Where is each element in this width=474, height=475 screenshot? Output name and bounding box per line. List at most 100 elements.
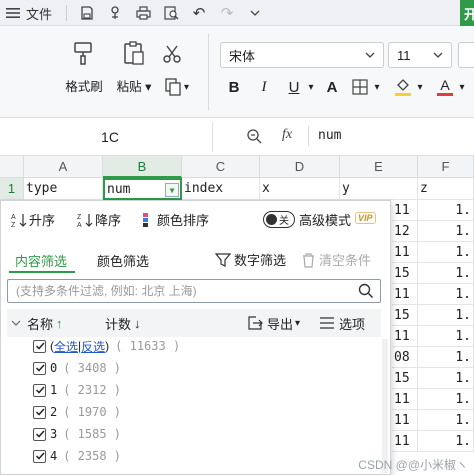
- column-header-e[interactable]: E: [340, 156, 418, 178]
- cell-e1[interactable]: y: [340, 178, 418, 200]
- checkbox-select-all[interactable]: [33, 339, 46, 353]
- cell-f-partial[interactable]: 1.: [418, 431, 474, 452]
- cell-d-partial[interactable]: 12: [392, 221, 418, 242]
- list-item[interactable]: 4 ( 2358 ): [33, 445, 121, 467]
- underline-dropdown[interactable]: ▾: [304, 74, 318, 100]
- cell-f-partial[interactable]: 1.: [418, 347, 474, 368]
- cell-d-partial[interactable]: 11: [392, 431, 418, 452]
- list-scrollbar[interactable]: [382, 339, 388, 473]
- export-button[interactable]: 导出 ▾: [247, 314, 300, 333]
- cell-f-partial[interactable]: 1.: [418, 368, 474, 389]
- column-header-a[interactable]: A: [24, 156, 103, 178]
- checkbox[interactable]: [33, 383, 46, 397]
- sort-by-name-header[interactable]: 名称 ↑: [27, 314, 63, 333]
- cell-f-partial[interactable]: 1.: [418, 305, 474, 326]
- format-painter-button[interactable]: 格式刷: [60, 40, 108, 110]
- fx-icon[interactable]: fx: [282, 127, 292, 143]
- cell-f-partial[interactable]: 1.: [418, 326, 474, 347]
- cell-f-partial[interactable]: 1.: [418, 200, 474, 221]
- underline-button[interactable]: U: [284, 74, 304, 100]
- cell-f-partial[interactable]: 1.: [418, 221, 474, 242]
- font-name-select[interactable]: 宋体: [220, 42, 384, 68]
- cell-d-partial[interactable]: 11: [392, 326, 418, 347]
- font-size-select[interactable]: 11: [388, 42, 452, 68]
- checkbox[interactable]: [33, 405, 46, 419]
- cell-d-partial[interactable]: 11: [392, 410, 418, 431]
- sort-by-count-header[interactable]: 计数 ↓: [105, 314, 141, 333]
- cell-d-partial[interactable]: 15: [392, 263, 418, 284]
- column-header-d[interactable]: D: [260, 156, 340, 178]
- italic-button[interactable]: I: [254, 74, 274, 100]
- search-icon[interactable]: [358, 283, 374, 302]
- formula-input[interactable]: num: [318, 128, 341, 143]
- cell-f-partial[interactable]: 1.: [418, 284, 474, 305]
- list-item[interactable]: 1 ( 2312 ): [33, 379, 121, 401]
- column-header-b[interactable]: B: [103, 156, 182, 178]
- cell-d-partial[interactable]: 11: [392, 200, 418, 221]
- font-grow-button[interactable]: [458, 42, 474, 68]
- cell-f-partial[interactable]: 1.: [418, 242, 474, 263]
- chevron-down-icon[interactable]: [246, 3, 264, 23]
- tab-color-filter[interactable]: 颜色筛选: [97, 251, 149, 270]
- borders-dropdown[interactable]: ▾: [370, 74, 384, 100]
- cell-f-partial[interactable]: 1.: [418, 263, 474, 284]
- row-header-1[interactable]: 1: [0, 178, 24, 200]
- filter-dropdown-icon[interactable]: ▼: [165, 183, 179, 197]
- bold-button[interactable]: B: [224, 74, 244, 100]
- bold-a-button[interactable]: A: [322, 74, 342, 100]
- select-all-link[interactable]: 全选: [54, 338, 78, 355]
- cell-d-partial[interactable]: 11: [392, 242, 418, 263]
- fill-color-icon[interactable]: [392, 74, 414, 100]
- sort-descending-button[interactable]: ZA 降序: [77, 210, 121, 229]
- print-icon[interactable]: [134, 3, 152, 23]
- scissors-icon[interactable]: [162, 44, 182, 67]
- cell-d-partial[interactable]: 11: [392, 284, 418, 305]
- menu-icon[interactable]: [4, 3, 22, 23]
- options-button[interactable]: 选项: [319, 314, 365, 333]
- print-preview-icon[interactable]: [162, 3, 180, 23]
- sort-ascending-button[interactable]: AZ 升序: [11, 210, 55, 229]
- save-icon[interactable]: [78, 3, 96, 23]
- cell-d-partial[interactable]: 15: [392, 305, 418, 326]
- checkbox[interactable]: [33, 427, 46, 441]
- filter-search-box[interactable]: [7, 279, 381, 303]
- file-menu[interactable]: 文件: [24, 3, 54, 23]
- collapse-chevron-icon[interactable]: [11, 320, 21, 326]
- cell-d-partial[interactable]: 15: [392, 368, 418, 389]
- cell-d-partial[interactable]: 11: [392, 389, 418, 410]
- cell-f-partial[interactable]: 1.: [418, 410, 474, 431]
- paste-button[interactable]: 粘贴 ▾: [110, 40, 158, 110]
- fill-color-dropdown[interactable]: ▾: [414, 74, 426, 100]
- name-box[interactable]: 1C: [8, 122, 213, 152]
- color-sort-button[interactable]: 颜色排序: [141, 210, 209, 229]
- checkbox[interactable]: [33, 361, 46, 375]
- cell-d1[interactable]: x: [260, 178, 340, 200]
- cell-b1[interactable]: num ▼: [103, 178, 182, 200]
- filter-search-input[interactable]: [16, 284, 346, 298]
- number-filter-button[interactable]: 数字筛选: [215, 250, 286, 269]
- advanced-mode-toggle[interactable]: 关: [263, 211, 295, 228]
- checkbox[interactable]: [33, 449, 46, 463]
- font-color-dropdown[interactable]: ▾: [456, 74, 468, 100]
- copy-icon[interactable]: ▾: [164, 78, 189, 96]
- cell-f-partial[interactable]: 1.: [418, 389, 474, 410]
- borders-icon[interactable]: [350, 74, 370, 100]
- cell-c1[interactable]: index: [182, 178, 260, 200]
- font-color-icon[interactable]: A: [434, 74, 456, 100]
- share-icon[interactable]: [106, 3, 124, 23]
- list-item[interactable]: 3 ( 1585 ): [33, 423, 121, 445]
- tab-content-filter[interactable]: 内容筛选: [15, 251, 67, 270]
- undo-icon[interactable]: ↶: [190, 3, 208, 23]
- column-header-c[interactable]: C: [182, 156, 260, 178]
- list-item[interactable]: 0 ( 3408 ): [33, 357, 121, 379]
- select-all-row[interactable]: (全选 | 反选) ( 11633 ): [33, 335, 180, 357]
- cell-d-partial[interactable]: 08: [392, 347, 418, 368]
- select-all-corner[interactable]: [0, 156, 24, 178]
- list-item[interactable]: 2 ( 1970 ): [33, 401, 121, 423]
- cell-f1[interactable]: z: [418, 178, 474, 200]
- brand-tab[interactable]: 开: [460, 0, 474, 26]
- clear-conditions-button[interactable]: 清空条件: [301, 250, 371, 269]
- redo-icon[interactable]: ↷: [218, 3, 236, 23]
- column-header-f[interactable]: F: [418, 156, 474, 178]
- invert-selection-link[interactable]: 反选: [81, 338, 105, 355]
